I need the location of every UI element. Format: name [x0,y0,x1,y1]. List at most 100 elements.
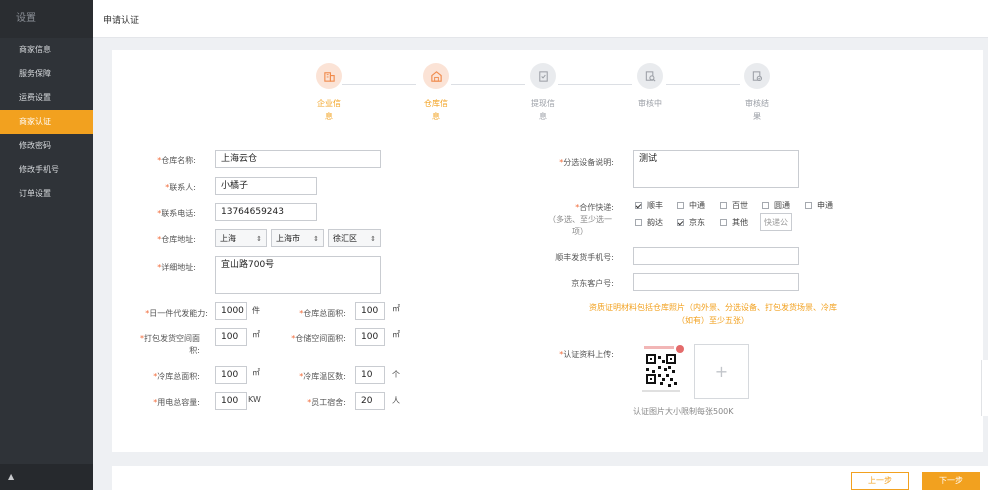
power-input[interactable]: 100 [215,392,247,410]
step-label: 审核结 果 [745,99,769,121]
staff-input[interactable]: 20 [355,392,385,410]
cold-area-input[interactable]: 100 [215,366,247,384]
jd-customer-label: 京东客户号: [571,279,614,288]
storage-area-label: *仓储空间面积: [291,334,346,343]
step-connector [666,84,740,85]
step-connector [342,84,416,85]
pack-area-label: *打包发货空间面 积: [140,334,200,355]
power-label: *用电总容量: [153,398,200,407]
pack-area-input[interactable]: 100 [215,328,247,346]
chevron-down-icon: ⇕ [370,235,376,243]
qualification-note: 资质证明材料包括仓库照片（内外景、分选设备、打包发货场景、冷库 （如有）至少五张… [589,303,837,325]
express-option-yto[interactable]: 圆通 [762,200,790,211]
sf-phone-label: 顺丰发货手机号: [555,253,614,262]
sidebar-item-phone[interactable]: 修改手机号 [0,158,93,182]
checkbox[interactable] [677,219,684,226]
warehouse-icon [423,63,449,89]
next-step-button[interactable]: 下一步 [922,472,980,490]
express-hint: （多选、至少选一 项） [548,215,612,236]
step-label: 审核中 [638,99,662,108]
qr-code-icon [634,344,688,398]
express-label: *合作快递: [575,203,614,212]
step-company-info: 企业信 息 [309,63,349,123]
result-doc-icon [744,63,770,89]
checkbox[interactable] [762,202,769,209]
uploaded-image-thumbnail[interactable] [634,344,688,398]
total-area-label: *仓库总面积: [299,309,346,318]
building-icon [316,63,342,89]
sf-phone-input[interactable] [633,247,799,265]
phone-label: *联系电话: [157,209,196,218]
chevron-down-icon: ⇕ [313,235,319,243]
express-option-jd[interactable]: 京东 [677,217,705,228]
contact-label: *联系人: [165,183,196,192]
step-connector [558,84,632,85]
checkbox[interactable] [635,202,642,209]
sorting-desc-textarea[interactable]: 测试 [633,150,799,188]
province-select[interactable]: 上海 ⇕ [215,229,267,247]
warehouse-name-input[interactable]: 上海云仓 [215,150,381,168]
page-title: 申请认证 [103,16,140,26]
step-result: 审核结 果 [737,63,777,123]
step-warehouse-info: 仓库信 息 [416,63,456,123]
step-reviewing: 审核中 [630,63,670,110]
sidebar-item-certification[interactable]: 商家认证 [0,110,93,134]
unit-label: 人 [392,396,400,405]
total-area-input[interactable]: 100 [355,302,385,320]
chevron-down-icon: ⇕ [256,235,262,243]
checklist-icon [530,63,556,89]
step-label: 提现信 息 [531,99,555,121]
checkbox[interactable] [720,219,727,226]
express-option-best[interactable]: 百世 [720,200,748,211]
express-option-zto[interactable]: 中通 [677,200,705,211]
daily-capacity-input[interactable]: 1000 [215,302,247,320]
step-connector [451,84,525,85]
sorting-desc-label: *分选设备说明: [559,158,614,167]
header: 申请认证 [93,0,988,38]
detail-address-textarea[interactable]: 宜山路700号 [215,256,381,294]
cold-area-label: *冷库总面积: [153,372,200,381]
upload-label: *认证资料上传: [559,350,614,359]
sidebar-item-service[interactable]: 服务保障 [0,62,93,86]
address-label: *仓库地址: [157,235,196,244]
city-select[interactable]: 上海市 ⇕ [271,229,324,247]
magnifier-doc-icon [637,63,663,89]
jd-customer-input[interactable] [633,273,799,291]
warehouse-name-label: *仓库名称: [157,156,196,165]
side-float-tab[interactable] [981,360,988,416]
step-label: 企业信 息 [317,99,341,121]
other-express-input[interactable]: 快递公 [760,213,792,231]
unit-label: ㎡ [392,304,400,313]
sidebar-collapse-icon[interactable]: ▲ [0,464,93,490]
sidebar-title: 设置 [0,0,93,38]
storage-area-input[interactable]: 100 [355,328,385,346]
prev-step-button[interactable]: 上一步 [851,472,909,490]
detail-address-label: *详细地址: [157,263,196,272]
phone-input[interactable]: 13764659243 [215,203,317,221]
express-option-yunda[interactable]: 韵达 [635,217,663,228]
checkbox[interactable] [720,202,727,209]
contact-input[interactable]: 小橘子 [215,177,317,195]
checkbox[interactable] [635,219,642,226]
sidebar-item-merchant-info[interactable]: 商家信息 [0,38,93,62]
unit-label: 个 [392,370,400,379]
sidebar-item-password[interactable]: 修改密码 [0,134,93,158]
sidebar: 设置 商家信息 服务保障 运费设置 商家认证 修改密码 修改手机号 订单设置 ▲ [0,0,93,490]
upload-add-button[interactable]: + [694,344,749,399]
district-select[interactable]: 徐汇区 ⇕ [328,229,381,247]
unit-label: ㎡ [392,330,400,339]
express-option-sf[interactable]: 顺丰 [635,200,663,211]
temp-zones-label: *冷库温区数: [299,372,346,381]
unit-label: ㎡ [252,330,260,339]
checkbox[interactable] [677,202,684,209]
express-option-sto[interactable]: 申通 [805,200,833,211]
express-option-other[interactable]: 其他 [720,217,748,228]
sidebar-item-shipping[interactable]: 运费设置 [0,86,93,110]
temp-zones-input[interactable]: 10 [355,366,385,384]
step-label: 仓库信 息 [424,99,448,121]
checkbox[interactable] [805,202,812,209]
step-withdraw-info: 提现信 息 [523,63,563,123]
unit-label: KW [248,395,261,404]
sidebar-item-order[interactable]: 订单设置 [0,182,93,206]
unit-label: 件 [252,306,260,315]
